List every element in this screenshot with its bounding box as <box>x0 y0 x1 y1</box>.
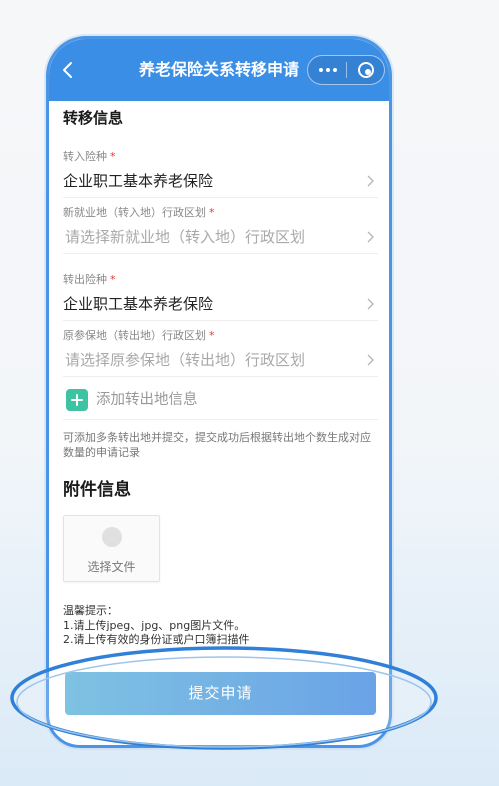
required-mark: * <box>209 206 215 219</box>
tips-block: 温馨提示： 1.请上传jpeg、jpg、png图片文件。 2.请上传有效的身份证… <box>63 604 378 648</box>
target-circle-icon[interactable] <box>347 56 385 84</box>
field-original-region[interactable]: 原参保地（转出地）行政区划 * 请选择原参保地（转出地）行政区划 <box>63 321 378 377</box>
required-mark: * <box>209 329 215 342</box>
add-transfer-out-label: 添加转出地信息 <box>96 392 198 408</box>
tips-title: 温馨提示： <box>63 604 118 617</box>
chevron-right-icon <box>367 354 374 366</box>
phone-frame: 养老保险关系转移申请 转移信息 转入险种 * 企业职工基本养老保险 新就业地（转入… <box>46 36 392 748</box>
field-label: 转入险种 * <box>63 150 116 163</box>
field-placeholder: 请选择新就业地（转入地）行政区划 <box>65 228 306 246</box>
field-new-region[interactable]: 新就业地（转入地）行政区划 * 请选择新就业地（转入地）行政区划 <box>63 198 378 254</box>
submit-button[interactable]: 提交申请 <box>65 672 376 715</box>
more-dots-icon[interactable] <box>308 56 346 84</box>
required-mark: * <box>110 273 116 286</box>
section-title-attachments: 附件信息 <box>63 480 131 500</box>
section-title-transfer: 转移信息 <box>63 109 124 127</box>
upload-label: 选择文件 <box>87 560 136 574</box>
plus-icon <box>66 389 88 411</box>
required-mark: * <box>110 150 116 163</box>
upload-circle-icon <box>102 527 122 547</box>
add-transfer-out-button[interactable]: 添加转出地信息 <box>63 377 378 420</box>
mini-program-screen: 养老保险关系转移申请 转移信息 转入险种 * 企业职工基本养老保险 新就业地（转入… <box>49 39 389 745</box>
chevron-right-icon <box>367 298 374 310</box>
nav-bar: 养老保险关系转移申请 <box>49 39 389 101</box>
field-transfer-out-insurance[interactable]: 转出险种 * 企业职工基本养老保险 <box>63 265 378 321</box>
field-label: 转出险种 * <box>63 273 116 286</box>
tip-item: 2.请上传有效的身份证或户口簿扫描件 <box>63 633 250 646</box>
field-value: 企业职工基本养老保险 <box>63 172 214 190</box>
field-placeholder: 请选择原参保地（转出地）行政区划 <box>65 351 306 369</box>
file-upload-button[interactable]: 选择文件 <box>63 515 160 582</box>
field-transfer-in-insurance[interactable]: 转入险种 * 企业职工基本养老保险 <box>63 142 378 198</box>
chevron-right-icon <box>367 175 374 187</box>
chevron-right-icon <box>367 231 374 243</box>
menu-capsule <box>307 55 385 85</box>
field-label: 新就业地（转入地）行政区划 * <box>63 206 215 219</box>
field-value: 企业职工基本养老保险 <box>63 295 214 313</box>
transfer-note: 可添加多条转出地并提交，提交成功后根据转出地个数生成对应数量的申请记录 <box>63 431 371 459</box>
field-label: 原参保地（转出地）行政区划 * <box>63 329 215 342</box>
tip-item: 1.请上传jpeg、jpg、png图片文件。 <box>63 618 246 632</box>
